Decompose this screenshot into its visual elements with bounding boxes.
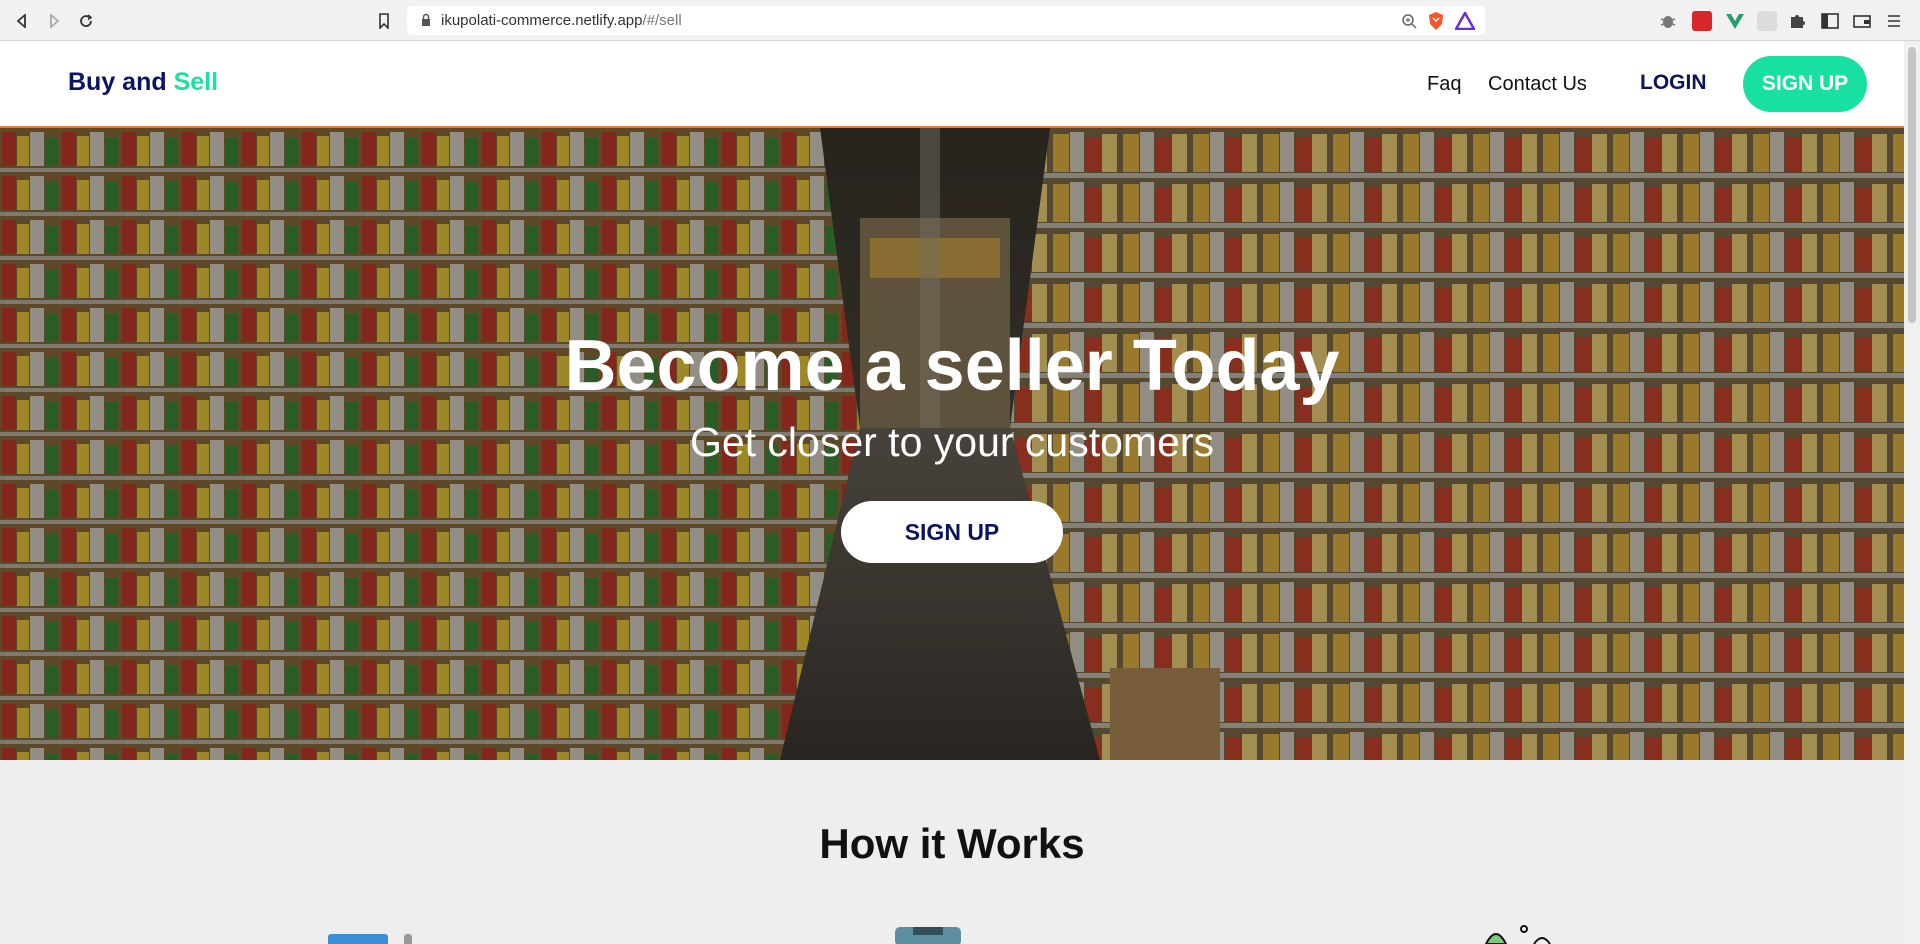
- url-path: /#/sell: [642, 12, 682, 29]
- zoom-icon[interactable]: [1401, 13, 1417, 29]
- url-text: ikupolati-commerce.netlify.app/#/sell: [441, 12, 682, 29]
- scrollbar-thumb[interactable]: [1908, 47, 1916, 323]
- reload-icon[interactable]: [74, 9, 98, 33]
- menu-icon[interactable]: [1884, 11, 1904, 31]
- brave-shield-icon[interactable]: [1427, 11, 1445, 31]
- brand-text-primary: Buy and: [68, 68, 167, 96]
- brand-logo[interactable]: Buy and Sell: [68, 68, 218, 97]
- page-scrollbar[interactable]: [1904, 41, 1920, 944]
- forward-icon[interactable]: [42, 9, 66, 33]
- site-navbar: Buy and Sell Faq Contact Us LOGIN SIGN U…: [0, 41, 1904, 128]
- login-button[interactable]: LOGIN: [1640, 71, 1707, 95]
- stack-extension-icon[interactable]: [1692, 11, 1712, 31]
- brave-rewards-icon[interactable]: [1455, 12, 1475, 30]
- how-it-works-section: How it Works: [0, 760, 1904, 944]
- hero-subtitle: Get closer to your customers: [689, 419, 1215, 465]
- nav-faq-link[interactable]: Faq: [1427, 73, 1461, 96]
- hero-title: Become a seller Today: [564, 326, 1340, 406]
- hero-section: Become a seller Today Get closer to your…: [0, 128, 1904, 760]
- nav-contact-link[interactable]: Contact Us: [1488, 73, 1587, 96]
- bug-extension-icon[interactable]: [1658, 11, 1678, 31]
- address-bar[interactable]: ikupolati-commerce.netlify.app/#/sell: [407, 6, 1485, 35]
- bookmark-icon[interactable]: [372, 9, 396, 33]
- blank-extension-icon[interactable]: [1757, 11, 1777, 31]
- step-three-icon: [1484, 925, 1551, 944]
- how-it-works-title: How it Works: [819, 820, 1085, 867]
- vue-devtools-icon[interactable]: [1725, 11, 1745, 31]
- extensions-puzzle-icon[interactable]: [1788, 11, 1808, 31]
- wallet-icon[interactable]: [1852, 11, 1872, 31]
- sidebar-icon[interactable]: [1820, 11, 1840, 31]
- back-icon[interactable]: [10, 9, 34, 33]
- step-one-icon: [328, 934, 412, 944]
- navbar-signup-button[interactable]: SIGN UP: [1743, 56, 1867, 112]
- browser-toolbar: ikupolati-commerce.netlify.app/#/sell: [0, 0, 1920, 41]
- brand-text-accent: Sell: [173, 68, 219, 96]
- hero-signup-button[interactable]: SIGN UP: [841, 501, 1063, 563]
- lock-icon: [422, 13, 430, 26]
- step-two-icon: [895, 927, 961, 944]
- url-host: ikupolati-commerce.netlify.app: [441, 12, 643, 29]
